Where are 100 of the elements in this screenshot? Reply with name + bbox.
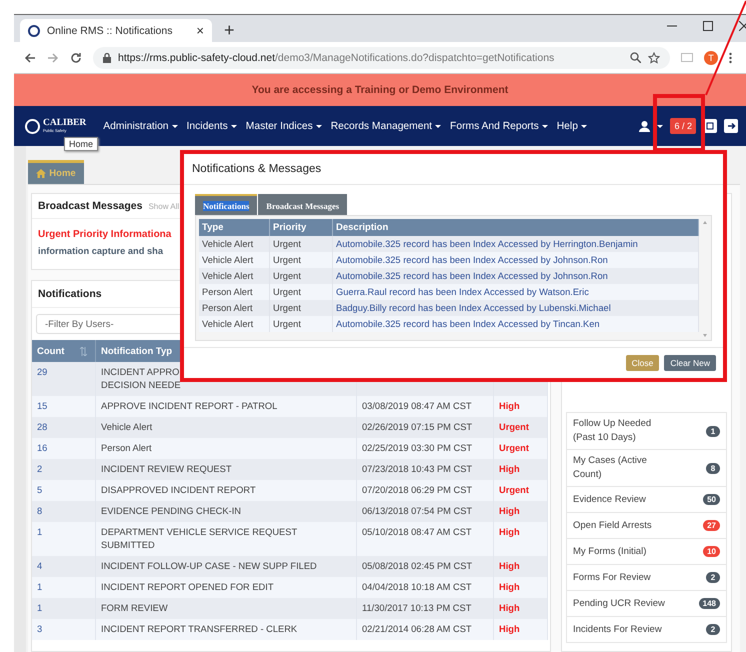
panel-title: Broadcast Messages: [38, 200, 142, 212]
tab[interactable]: Notifications: [195, 194, 258, 215]
count-link[interactable]: 1: [37, 527, 42, 537]
count-link[interactable]: 28: [37, 422, 48, 432]
nav-menu[interactable]: Records Management: [330, 120, 442, 132]
table-cell: Person Alert: [202, 303, 253, 313]
menu-icon[interactable]: [729, 52, 732, 64]
count-link[interactable]: 16: [37, 443, 48, 453]
maximize-icon[interactable]: [703, 21, 713, 31]
table-cell: Urgent: [273, 255, 301, 265]
table-cell: FORM REVIEW: [101, 603, 168, 613]
count-link[interactable]: 4: [37, 561, 42, 571]
table-cell: 07/23/2018 10:43 PM CST: [362, 464, 472, 474]
count-badge: 2: [706, 624, 720, 635]
table-cell: Vehicle Alert: [101, 422, 152, 432]
count-link[interactable]: 1: [37, 582, 42, 592]
banner-text: You are accessing a Training or Demo Environment: [252, 84, 508, 96]
count-link[interactable]: 15: [37, 401, 48, 411]
priority-text: Urgent: [499, 422, 529, 432]
count-link[interactable]: 2: [37, 464, 42, 474]
count-link[interactable]: 5: [37, 485, 42, 495]
table-cell: DEPARTMENT VEHICLE SERVICE REQUEST SUBMITTED: [101, 527, 298, 550]
table-cell: 02/21/2014 06:28 AM CST: [362, 624, 472, 634]
new-tab-button[interactable]: +: [224, 21, 235, 39]
close-tab-button[interactable]: ×: [196, 23, 204, 38]
sidebar-item[interactable]: My Forms (Initial) 10: [566, 538, 727, 565]
back-icon[interactable]: [24, 52, 36, 64]
sidebar-item[interactable]: My Cases (Active Count) 8: [566, 449, 727, 487]
browser-tab[interactable]: Online RMS :: Notifications ×: [20, 19, 212, 42]
caret-icon: [580, 124, 587, 128]
table-cell: APPROVE INCIDENT REPORT - PATROL: [101, 401, 278, 411]
nav-menu[interactable]: Help: [556, 120, 587, 132]
column-header[interactable]: Count: [32, 340, 96, 362]
table-cell: Vehicle Alert: [202, 319, 254, 329]
sidebar-item[interactable]: Evidence Review 50: [566, 486, 727, 513]
table-cell: Urgent: [273, 239, 301, 249]
column-header: Type: [199, 219, 270, 236]
column-header: Description: [332, 219, 698, 236]
table-cell: 11/30/2017 10:13 PM CST: [362, 603, 472, 613]
count-badge: 8: [706, 462, 720, 474]
dialog-button[interactable]: Clear New: [664, 355, 716, 371]
table-cell: EVIDENCE PENDING CHECK-IN: [101, 506, 241, 516]
nav-menu[interactable]: Incidents: [186, 120, 237, 132]
tooltip: Home: [64, 137, 98, 151]
scrollbar[interactable]: [702, 219, 708, 339]
table-cell: INCIDENT FOLLOW-UP CASE - NEW SUPP FILED: [101, 561, 317, 571]
table-cell: 03/08/2019 08:47 AM CST: [362, 401, 472, 411]
caret-icon: [542, 124, 548, 128]
lock-icon: [103, 52, 111, 62]
sidebar-item[interactable]: Incidents For Review 2: [566, 616, 727, 643]
broadcast-text: information capture and sha: [38, 245, 164, 258]
priority-text: High: [499, 582, 520, 592]
table-cell: Urgent: [273, 287, 301, 297]
caret-icon[interactable]: [657, 124, 664, 128]
table-cell: INCIDENT REPORT TRANSFERRED - CLERK: [101, 624, 298, 634]
logout-icon[interactable]: [724, 119, 738, 133]
sidebar-item[interactable]: Follow Up Needed (Past 10 Days) 1: [566, 412, 727, 450]
zoom-icon[interactable]: [630, 52, 641, 63]
nav-menu[interactable]: Master Indices: [246, 120, 322, 132]
priority-text: High: [499, 527, 520, 537]
reload-icon[interactable]: [70, 52, 82, 64]
table-cell: 04/04/2018 10:18 AM CST: [362, 582, 472, 592]
table-cell: 02/26/2019 07:15 PM CST: [362, 422, 472, 432]
table-cell: Urgent: [273, 303, 301, 313]
nav-menu[interactable]: Forms And Reports: [450, 120, 548, 132]
sidebar-item[interactable]: Pending UCR Review 148: [566, 590, 727, 617]
alert-badge[interactable]: 6 / 2: [670, 118, 696, 134]
user-icon[interactable]: [639, 120, 650, 132]
table-cell: Vehicle Alert: [202, 239, 254, 249]
table-cell: 06/13/2018 07:54 PM CST: [362, 506, 472, 516]
address-bar[interactable]: https://rms.public-safety-cloud.net/demo3/ManageNotifications.do?dispatchto=getNotifications: [93, 46, 670, 68]
table-cell: INCIDENT REPORT OPENED FOR EDIT: [101, 582, 274, 592]
tab-title: Online RMS :: Notifications: [47, 24, 174, 36]
nav-menu[interactable]: Administration: [103, 120, 178, 132]
table-cell: INCIDENT APPRO DECISION NEEDE: [101, 367, 181, 390]
table-cell: DISAPPROVED INCIDENT REPORT: [101, 485, 256, 495]
count-link[interactable]: 29: [37, 367, 48, 377]
priority-text: High: [499, 401, 520, 411]
tab[interactable]: Broadcast Messages: [258, 194, 348, 215]
table-cell: INCIDENT REVIEW REQUEST: [101, 464, 232, 474]
sidebar-item[interactable]: Forms For Review 2: [566, 564, 727, 591]
sidebar-item[interactable]: Open Field Arrests 27: [566, 512, 727, 539]
panel-title: Notifications: [38, 288, 102, 300]
column-header: Priority: [270, 219, 332, 236]
caret-icon: [230, 124, 237, 128]
priority-text: High: [499, 506, 520, 516]
count-badge: 27: [703, 520, 720, 531]
star-icon[interactable]: [648, 52, 660, 64]
priority-text: Urgent: [499, 485, 529, 495]
modal-title: Notifications & Messages: [192, 163, 322, 175]
globe-icon: [28, 24, 40, 36]
url-text: https://rms.public-safety-cloud.net/demo3/ManageNotifications.do?dispatchto=getNotifications: [118, 52, 554, 64]
count-link[interactable]: 8: [37, 506, 42, 516]
count-link[interactable]: 1: [37, 603, 42, 613]
close-icon[interactable]: [739, 21, 746, 31]
count-link[interactable]: 3: [37, 624, 42, 634]
priority-text: Urgent: [499, 443, 529, 453]
table-cell: 05/08/2018 02:45 PM CST: [362, 561, 472, 571]
table-cell: 02/25/2019 03:30 PM CST: [362, 443, 472, 453]
table-cell: 05/10/2018 08:47 AM CST: [362, 527, 472, 537]
